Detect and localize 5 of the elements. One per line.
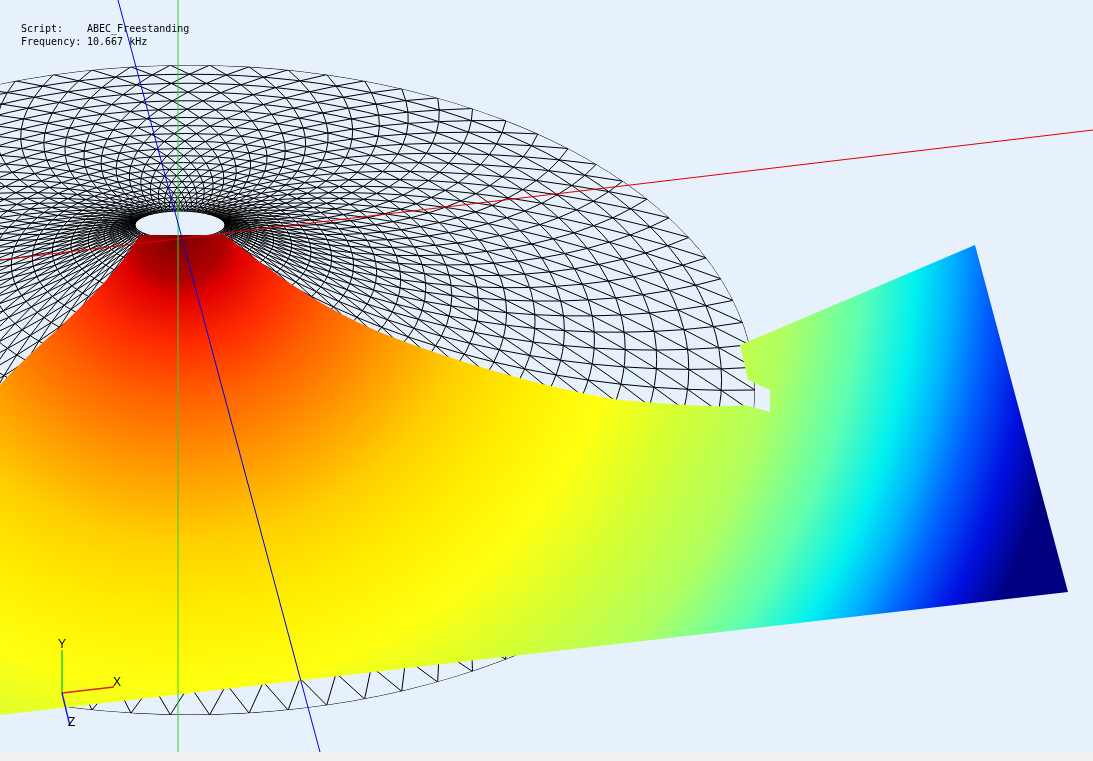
axis-label: X — [113, 676, 121, 688]
info-value: 10.667 kHz — [87, 35, 148, 48]
axis-label: Y — [58, 638, 66, 650]
info-label: Frequency: — [21, 35, 83, 48]
info-label: Script: — [21, 22, 65, 35]
